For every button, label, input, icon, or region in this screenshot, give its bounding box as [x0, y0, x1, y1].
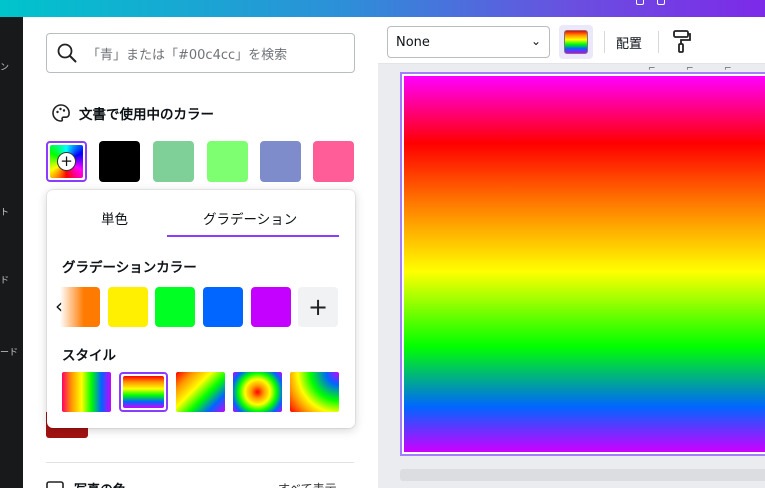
divider [658, 31, 659, 53]
gradient-colors-label: グラデーションカラー [62, 260, 197, 276]
color-swatch[interactable] [207, 141, 248, 182]
document-colors-title: 文書で使用中のカラー [79, 107, 214, 123]
gradient-style-diagonal[interactable] [176, 372, 225, 412]
palette-icon [52, 104, 70, 122]
photo-colors-heading: 写真の色 [46, 479, 126, 488]
search-icon [57, 43, 77, 63]
document-colors-heading: 文書で使用中のカラー [51, 103, 214, 123]
photo-colors-title: 写真の色 [74, 479, 126, 488]
gradient-color-swatch[interactable] [60, 287, 100, 327]
image-icon [46, 480, 64, 488]
gradient-style-horizontal[interactable] [62, 372, 111, 412]
add-color-button[interactable]: + [46, 141, 87, 182]
gradient-style-corner-radial[interactable] [290, 372, 339, 412]
add-gradient-color-button[interactable]: + [298, 287, 338, 327]
color-swatch[interactable] [260, 141, 301, 182]
color-swatch[interactable] [99, 141, 140, 182]
effect-select-value: None [396, 34, 430, 50]
canvas-area: ⌐ ⌐ ⌐ [378, 64, 765, 488]
arrange-button[interactable]: 配置 [616, 33, 642, 52]
color-swatch[interactable] [153, 141, 194, 182]
tab-gradient[interactable]: グラデーション [203, 208, 297, 228]
color-swatch[interactable] [313, 141, 354, 182]
style-label: スタイル [62, 348, 116, 364]
gradient-fill [404, 76, 765, 452]
see-all-link[interactable]: すべて表示 [278, 480, 337, 488]
color-search-input[interactable]: 「青」または「#00c4cc」を検索 [46, 33, 355, 73]
gradient-color-chip [564, 30, 588, 54]
color-button[interactable] [559, 25, 593, 59]
active-tab-indicator [167, 235, 339, 237]
rail-item[interactable]: ト [0, 205, 9, 218]
color-picker-popup: 単色 グラデーション グラデーションカラー ‹ + スタイル [47, 190, 355, 428]
gradient-color-swatch[interactable] [203, 287, 243, 327]
divider [604, 31, 605, 53]
plus-icon: + [57, 152, 76, 171]
search-placeholder: 「青」または「#00c4cc」を検索 [87, 47, 288, 63]
top-bar-icon [657, 0, 665, 5]
effect-select[interactable]: None ⌄ [387, 26, 550, 58]
rail-item[interactable]: ード [0, 345, 18, 358]
gradient-style-radial[interactable] [233, 372, 282, 412]
chevron-down-icon: ⌄ [530, 34, 541, 48]
top-bar [0, 0, 765, 17]
divider [46, 462, 354, 463]
gradient-color-swatch[interactable] [251, 287, 291, 327]
left-rail: ン ト ド ード [0, 17, 23, 488]
gradient-style-vertical[interactable] [119, 372, 168, 412]
editor-toolbar: None ⌄ 配置 [378, 17, 765, 64]
selected-artboard[interactable] [400, 72, 765, 456]
rail-item[interactable]: ド [0, 273, 9, 286]
rail-item[interactable]: ン [0, 60, 9, 73]
top-bar-icon [636, 0, 644, 5]
horizontal-scrollbar[interactable] [400, 469, 765, 481]
gradient-color-swatch[interactable] [108, 287, 148, 327]
gradient-color-swatch[interactable] [155, 287, 195, 327]
tab-solid[interactable]: 単色 [101, 208, 128, 228]
paint-roller-icon[interactable] [672, 29, 692, 53]
chevron-left-icon[interactable]: ‹ [55, 294, 63, 318]
